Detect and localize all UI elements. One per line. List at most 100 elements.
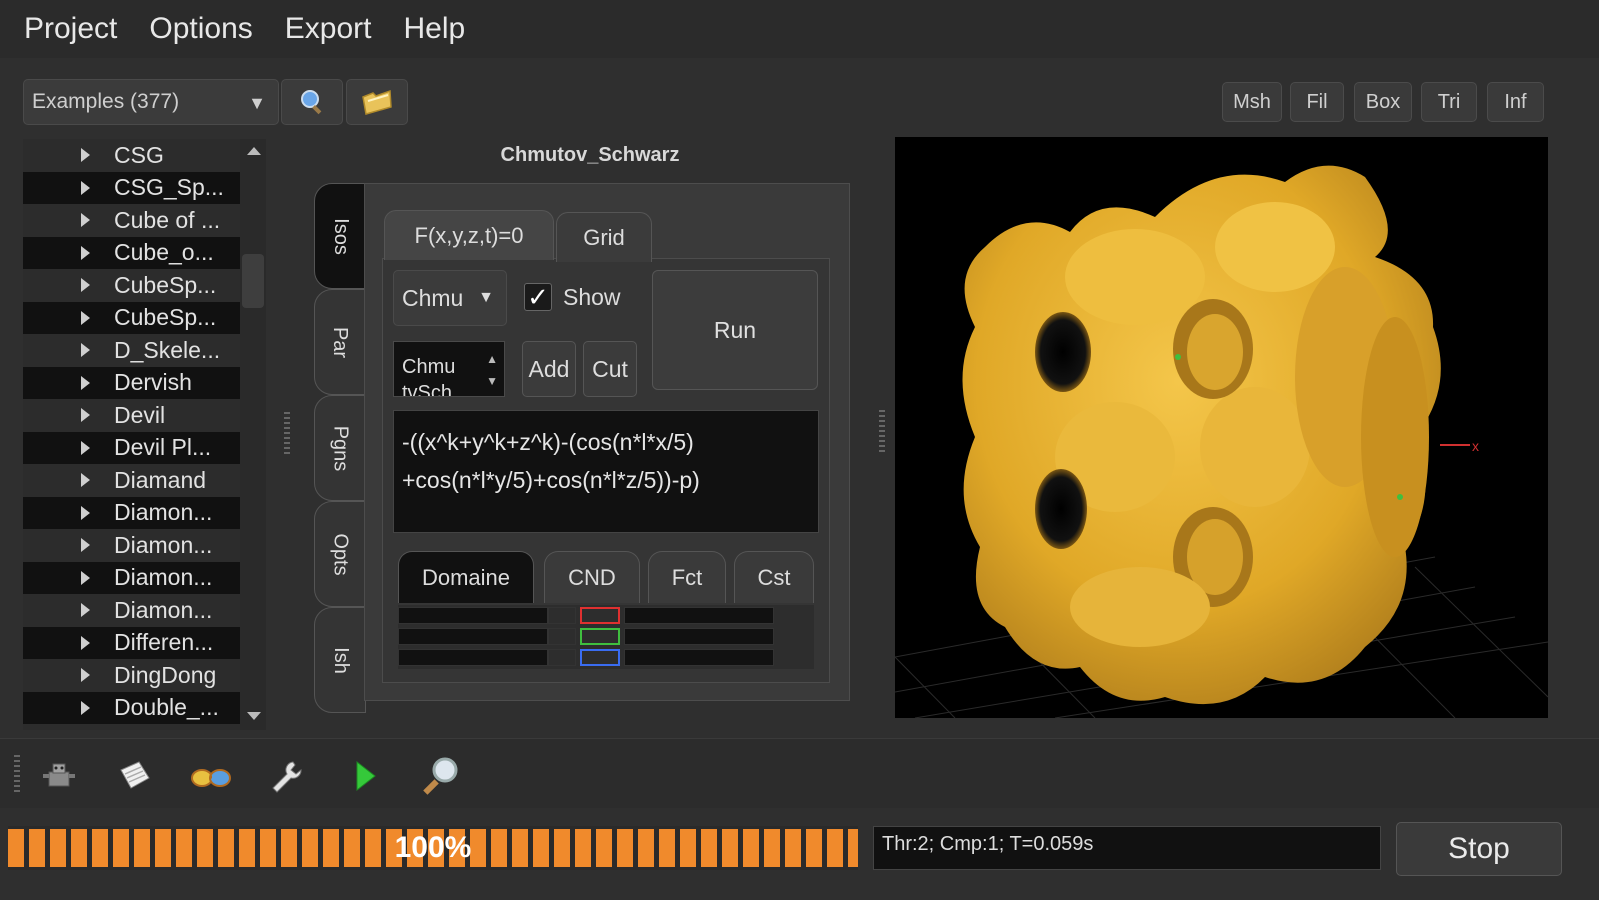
formula-line: -((x^k+y^k+z^k)-(cos(n*l*x/5) — [402, 429, 694, 455]
expand-arrow-icon[interactable] — [81, 668, 90, 683]
expand-arrow-icon[interactable] — [81, 635, 90, 650]
expand-arrow-icon[interactable] — [81, 570, 90, 585]
expand-arrow-icon[interactable] — [81, 408, 90, 423]
surface-hole — [1187, 314, 1243, 390]
tab-options[interactable]: Opts — [314, 501, 366, 607]
expand-arrow-icon[interactable] — [81, 440, 90, 455]
menu-export[interactable]: Export — [285, 12, 372, 46]
tab-cnd[interactable]: CND — [544, 551, 640, 603]
tree-item[interactable]: DingDong — [23, 659, 241, 692]
function-spinbox[interactable]: Chmu tvSch ▲ ▼ — [393, 341, 505, 397]
menu-help[interactable]: Help — [403, 12, 465, 46]
expand-arrow-icon[interactable] — [81, 180, 90, 195]
expand-arrow-icon[interactable] — [81, 213, 90, 228]
info-button[interactable]: Inf — [1487, 82, 1544, 122]
tree-item-label: Devil Pl... — [114, 434, 212, 461]
left-splitter-handle[interactable] — [284, 412, 290, 454]
tree-item[interactable]: Diamon... — [23, 561, 241, 594]
domain-table — [398, 605, 814, 669]
tree-item[interactable]: Differen... — [23, 626, 241, 659]
tree-item[interactable]: Double_... — [23, 691, 241, 724]
tree-item[interactable]: Diamand — [23, 464, 241, 497]
toolbar-grip[interactable] — [14, 755, 20, 795]
tree-item[interactable]: CSG_Sp... — [23, 171, 241, 204]
tree-item-label: Cube_o... — [114, 239, 214, 266]
tab-polygons[interactable]: Pgns — [314, 395, 366, 501]
tree-item[interactable]: Dervish — [23, 366, 241, 399]
editor-button[interactable] — [112, 753, 158, 799]
spin-arrows-icon[interactable]: ▲ ▼ — [486, 348, 498, 392]
examples-dropdown[interactable]: Examples (377) ▼ — [23, 79, 279, 125]
box-button[interactable]: Box — [1354, 82, 1412, 122]
tree-item[interactable]: Diamon... — [23, 594, 241, 627]
table-cell[interactable] — [624, 628, 774, 645]
3d-viewport[interactable]: x — [895, 137, 1548, 718]
tree-item[interactable]: CSG — [23, 139, 241, 172]
open-folder-button[interactable] — [346, 79, 408, 125]
zoom-button[interactable] — [418, 753, 464, 799]
play-button[interactable] — [340, 753, 386, 799]
menu-project[interactable]: Project — [24, 12, 117, 46]
expand-arrow-icon[interactable] — [81, 278, 90, 293]
search-button[interactable] — [281, 79, 343, 125]
scroll-thumb[interactable] — [242, 254, 264, 308]
tree-item[interactable]: Diamon... — [23, 496, 241, 529]
expand-arrow-icon[interactable] — [81, 245, 90, 260]
tab-ish[interactable]: Ish — [314, 607, 366, 713]
magnifier-icon — [423, 757, 458, 795]
tree-item-label: Diamon... — [114, 596, 213, 623]
add-button[interactable]: Add — [522, 341, 576, 397]
table-row — [398, 626, 814, 647]
expand-arrow-icon[interactable] — [81, 505, 90, 520]
settings-button[interactable] — [264, 753, 310, 799]
tree-item[interactable]: CubeSp... — [23, 269, 241, 302]
tree-item[interactable]: CubeSp... — [23, 301, 241, 334]
tree-item[interactable]: Cube_o... — [23, 236, 241, 269]
table-cell[interactable] — [398, 628, 548, 645]
tab-fct[interactable]: Fct — [648, 551, 726, 603]
stop-button[interactable]: Stop — [1396, 822, 1562, 876]
tab-isosurfaces[interactable]: Isos — [314, 183, 366, 289]
tab-cst[interactable]: Cst — [734, 551, 814, 603]
run-button[interactable]: Run — [652, 270, 818, 390]
table-cell[interactable] — [624, 607, 774, 624]
fill-button[interactable]: Fil — [1290, 82, 1344, 122]
right-splitter-handle[interactable] — [879, 410, 885, 452]
table-cell[interactable] — [398, 607, 548, 624]
expand-arrow-icon[interactable] — [81, 310, 90, 325]
formula-editor[interactable]: -((x^k+y^k+z^k)-(cos(n*l*x/5) +cos(n*l*y… — [393, 410, 819, 533]
expand-arrow-icon[interactable] — [81, 148, 90, 163]
triangles-button[interactable]: Tri — [1421, 82, 1477, 122]
menu-options[interactable]: Options — [149, 12, 252, 46]
tab-function[interactable]: F(x,y,z,t)=0 — [384, 210, 554, 260]
tab-domaine[interactable]: Domaine — [398, 551, 534, 603]
expand-arrow-icon[interactable] — [81, 538, 90, 553]
table-cell[interactable] — [398, 649, 548, 666]
view-3d-button[interactable] — [188, 753, 234, 799]
tree-item[interactable]: Devil — [23, 399, 241, 432]
tab-grid[interactable]: Grid — [556, 212, 652, 262]
tree-item[interactable]: Cube of ... — [23, 204, 241, 237]
expand-arrow-icon[interactable] — [81, 343, 90, 358]
tab-parametric[interactable]: Par — [314, 289, 366, 395]
robot-icon — [43, 763, 75, 787]
tree-scrollbar[interactable] — [240, 139, 266, 730]
expand-arrow-icon[interactable] — [81, 375, 90, 390]
tree-item[interactable]: Diamon... — [23, 529, 241, 562]
function-select[interactable]: Chmu ▼ — [393, 270, 507, 326]
robot-button[interactable] — [36, 753, 82, 799]
tab-label: Pgns — [329, 425, 352, 471]
expand-arrow-icon[interactable] — [81, 473, 90, 488]
expand-arrow-icon[interactable] — [81, 603, 90, 618]
tree-item[interactable]: D_Skele... — [23, 334, 241, 367]
show-checkbox[interactable]: ✓ — [524, 283, 552, 311]
scroll-down-icon[interactable] — [247, 712, 261, 720]
table-cell[interactable] — [624, 649, 774, 666]
scroll-up-icon[interactable] — [247, 147, 261, 155]
tree-item[interactable]: Devil Pl... — [23, 431, 241, 464]
expand-arrow-icon[interactable] — [81, 700, 90, 715]
mesh-button[interactable]: Msh — [1222, 82, 1282, 122]
tab-label: Opts — [329, 532, 352, 576]
cut-button[interactable]: Cut — [583, 341, 637, 397]
tab-label: Isos — [329, 217, 352, 255]
